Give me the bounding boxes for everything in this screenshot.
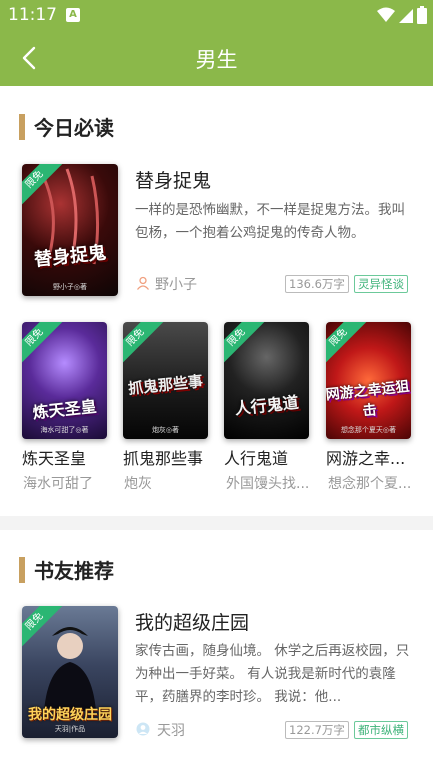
cover-title: 抓鬼那些事 [127,372,204,398]
cover-author: 野小子◎著 [52,283,88,291]
section-header: 书友推荐 [19,555,114,584]
section-accent-bar [19,113,25,140]
cover-title: 炼天圣皇 [31,396,98,423]
book-cover[interactable]: 限免 替身捉鬼 野小子◎著 [22,164,118,296]
cover-title: 网游之幸运狙击 [326,378,411,420]
status-bar: 11:17 A [0,0,433,30]
status-icons [377,6,427,24]
recommend-section: 书友推荐 限免 我的超级庄园 天羽|作品 我的超级庄园 家传古画，随身仙境。 休… [0,530,433,771]
genre-tag[interactable]: 灵异怪谈 [354,275,408,293]
section-accent-bar [19,556,25,583]
section-title: 书友推荐 [34,559,114,583]
book-title[interactable]: 网游之幸... [326,445,416,469]
free-badge: 限免 [326,322,367,366]
cover-title: 人行鬼道 [233,392,300,419]
wifi-icon [377,7,395,22]
author-name: 想念那个夏... [328,476,412,492]
author-name: 海水可甜了 [23,476,93,492]
cover-author: 想念那个夏天◎著 [340,426,397,434]
author-icon [136,722,150,736]
author-name: 野小子 [155,277,197,293]
page-title: 男生 [195,48,238,72]
book-cover[interactable]: 限免 抓鬼那些事 炮灰◎著 [123,322,208,439]
author-icon [136,276,150,290]
signal-icon [399,9,413,23]
free-badge: 限免 [22,322,63,366]
book-cover[interactable]: 限免 炼天圣皇 海水可甜了◎著 [22,322,107,439]
book-description: 一样的是恐怖幽默，不一样是捉鬼方法。我叫包杨，一个抱着公鸡捉鬼的传奇人物。 [135,202,405,241]
book-title[interactable]: 炼天圣皇 [22,445,112,469]
book-cover[interactable]: 限免 人行鬼道 [224,322,309,439]
book-title[interactable]: 人行鬼道 [224,445,314,469]
battery-icon [417,6,427,24]
status-time: 11:17 [8,5,57,25]
today-section: 今日必读 限免 替身捉鬼 野小子◎著 替身捉鬼 一样的是恐怖幽默，不一样是捉鬼方… [0,86,433,516]
section-header: 今日必读 [19,112,114,141]
genre-tag[interactable]: 都市纵横 [354,721,408,739]
book-cover[interactable]: 限免 网游之幸运狙击 想念那个夏天◎著 [326,322,411,439]
book-cover[interactable]: 限免 我的超级庄园 天羽|作品 [22,606,118,738]
word-count-tag: 136.6万字 [285,275,349,293]
book-description: 家传古画，随身仙境。 休学之后再返校园，只为种出一手好菜。 有人说我是新时代的袁… [135,643,410,705]
notification-a-icon: A [66,8,80,22]
cover-title: 我的超级庄园 [28,707,112,723]
section-title: 今日必读 [34,116,114,140]
book-title[interactable]: 抓鬼那些事 [123,445,213,469]
book-title[interactable]: 替身捉鬼 [135,166,211,193]
author-name: 外国馒头找... [226,476,310,492]
book-title[interactable]: 我的超级庄园 [135,608,249,635]
cover-author: 天羽|作品 [54,725,86,733]
author-name: 炮灰 [124,476,152,492]
author-name: 天羽 [157,723,185,739]
cover-author: 海水可甜了◎著 [40,426,89,434]
word-count-tag: 122.7万字 [285,721,349,739]
free-badge: 限免 [123,322,164,366]
free-badge: 限免 [224,322,265,366]
app-bar: 男生 [0,30,433,86]
cover-author: 炮灰◎著 [151,426,180,434]
